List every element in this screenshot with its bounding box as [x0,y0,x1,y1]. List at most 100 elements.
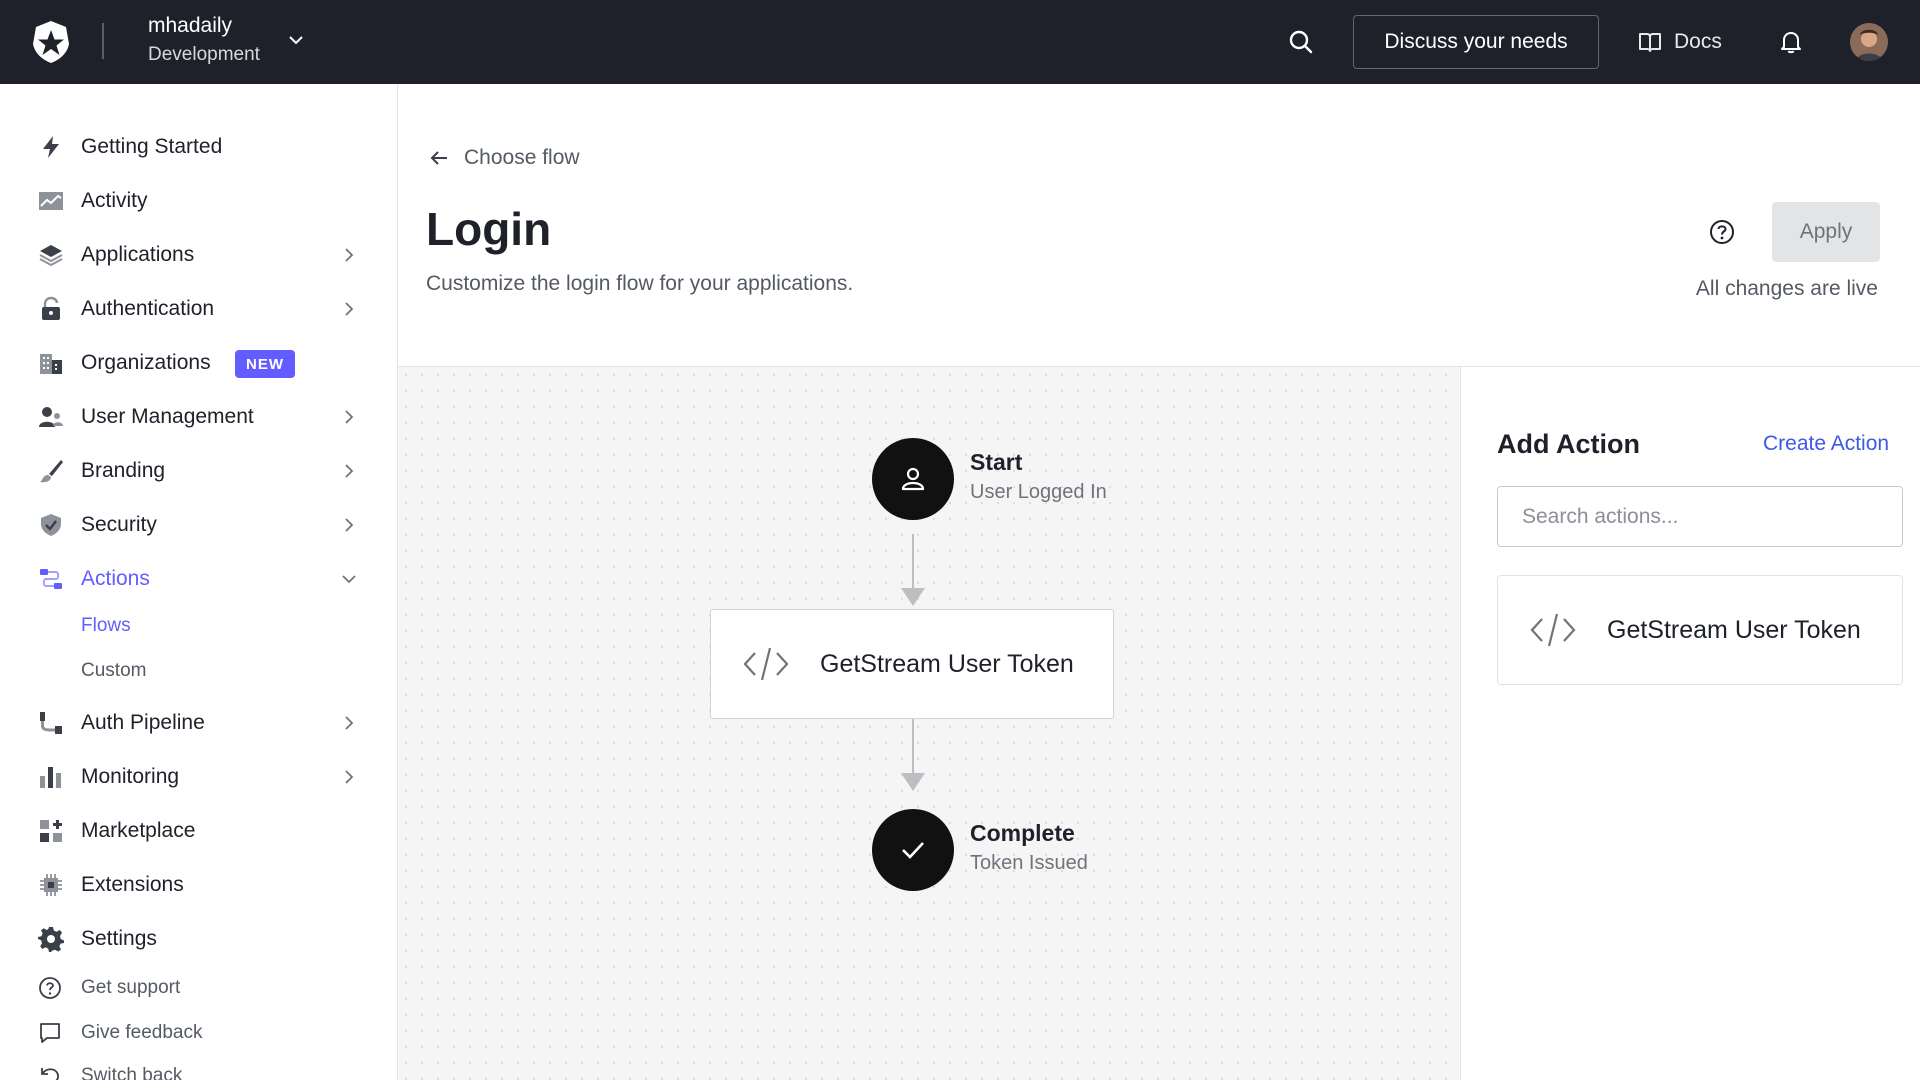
discuss-needs-button[interactable]: Discuss your needs [1353,15,1599,69]
tenant-environment: Development [148,44,260,65]
sidebar-item-activity[interactable]: Activity [0,176,397,226]
topbar-divider [102,23,104,59]
grid-plus-icon [38,818,64,844]
flow-action-label: GetStream User Token [820,649,1074,678]
start-node [872,438,954,520]
building-icon [38,350,64,376]
book-icon [1639,33,1661,52]
get-support-link[interactable]: Get support [0,966,397,1010]
sidebar-item-auth-pipeline[interactable]: Auth Pipeline [0,698,397,748]
brush-icon [38,458,64,484]
sidebar-item-label: User Management [81,405,254,428]
flow-connector [912,719,914,775]
chip-icon [38,872,64,898]
sidebar-item-actions[interactable]: Actions [0,554,397,604]
sidebar-item-label: Applications [81,243,195,266]
sidebar-item-getting-started[interactable]: Getting Started [0,122,397,172]
search-actions-input[interactable] [1497,486,1903,547]
sidebar: Getting Started Activity Applications Au… [0,84,398,1080]
chevron-down-icon [342,575,356,584]
bell-icon[interactable] [1778,29,1804,55]
sidebar-item-monitoring[interactable]: Monitoring [0,752,397,802]
new-badge: NEW [235,350,295,378]
auth0-logo-icon[interactable] [31,20,71,64]
chevron-right-icon [345,410,354,424]
flow-canvas[interactable]: Start User Logged In GetStream User Toke… [398,367,1460,1080]
sidebar-item-label: Getting Started [81,135,223,158]
chevron-right-icon [345,248,354,262]
lock-icon [38,296,64,322]
live-status-text: All changes are live [1695,277,1878,300]
search-icon[interactable] [1288,29,1314,55]
chevron-right-icon [345,518,354,532]
library-action-card[interactable]: GetStream User Token [1497,575,1903,685]
sidebar-item-label: Auth Pipeline [81,711,205,734]
check-icon [902,842,924,859]
sidebar-item-security[interactable]: Security [0,500,397,550]
sidebar-item-marketplace[interactable]: Marketplace [0,806,397,856]
users-icon [38,404,64,430]
complete-node-title: Complete [970,820,1075,846]
add-action-panel: Add Action Create Action GetStream User … [1460,367,1920,1080]
flow-connector [912,534,914,590]
start-node-subtitle: User Logged In [970,481,1107,503]
sidebar-item-user-management[interactable]: User Management [0,392,397,442]
sidebar-item-label: Branding [81,459,166,482]
message-icon [40,1023,60,1043]
sidebar-item-label: Settings [81,927,157,950]
sidebar-item-extensions[interactable]: Extensions [0,860,397,910]
code-icon [1530,613,1576,647]
bolt-icon [38,134,64,160]
sidebar-item-label: Monitoring [81,765,180,788]
page-title: Login [426,203,552,255]
start-node-title: Start [970,449,1023,475]
sidebar-subitem-custom[interactable]: Custom [81,660,146,682]
switch-back-label: Switch back [81,1065,183,1080]
shield-icon [38,512,64,538]
undo-icon [41,1068,59,1080]
give-feedback-link[interactable]: Give feedback [0,1011,397,1055]
tenant-switcher[interactable]: mhadaily Development [148,12,260,70]
code-icon [743,647,789,681]
chevron-down-icon[interactable] [286,30,306,50]
arrow-left-icon [430,151,447,165]
tenant-name: mhadaily [148,14,233,37]
sidebar-item-applications[interactable]: Applications [0,230,397,280]
docs-link[interactable]: Docs [1638,27,1722,57]
avatar[interactable] [1850,23,1888,61]
page-header: Choose flow Login Customize the login fl… [398,84,1920,367]
switch-back-link[interactable]: Switch back [0,1054,397,1080]
get-support-label: Get support [81,977,181,998]
sidebar-item-label: Security [81,513,157,536]
sidebar-item-branding[interactable]: Branding [0,446,397,496]
actions-icon [38,566,64,592]
library-action-label: GetStream User Token [1607,615,1861,644]
complete-node [872,809,954,891]
activity-chart-icon [38,188,64,214]
sidebar-item-label: Organizations [81,351,211,374]
sidebar-item-label: Marketplace [81,819,196,842]
create-action-link[interactable]: Create Action [1763,432,1889,456]
sidebar-item-authentication[interactable]: Authentication [0,284,397,334]
sidebar-item-settings[interactable]: Settings [0,914,397,964]
sidebar-subitem-flows[interactable]: Flows [81,615,131,637]
arrow-down-icon [901,588,925,606]
sidebar-item-label: Extensions [81,873,184,896]
give-feedback-label: Give feedback [81,1022,203,1043]
sidebar-item-label: Activity [81,189,148,212]
back-label: Choose flow [464,146,580,169]
docs-label: Docs [1674,30,1722,53]
choose-flow-back-link[interactable]: Choose flow [428,146,580,170]
bar-chart-icon [38,764,64,790]
help-icon[interactable] [1708,218,1736,246]
user-icon [901,467,925,491]
pipeline-icon [38,710,64,736]
sidebar-item-organizations[interactable]: Organizations NEW [0,338,397,388]
sidebar-item-label: Authentication [81,297,215,320]
flow-action-card[interactable]: GetStream User Token [710,609,1114,719]
complete-node-subtitle: Token Issued [970,852,1088,874]
top-bar: mhadaily Development Discuss your needs … [0,0,1920,84]
help-circle-icon [39,977,61,999]
arrow-down-icon [901,773,925,791]
apply-button[interactable]: Apply [1772,202,1880,262]
